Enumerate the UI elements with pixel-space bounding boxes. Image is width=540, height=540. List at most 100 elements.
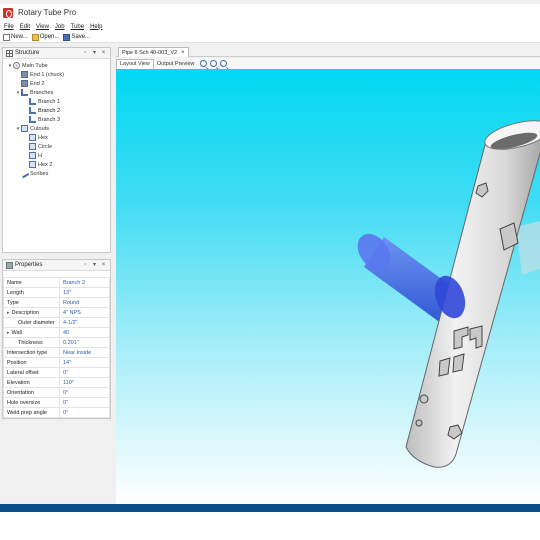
- tube-end-icon: [21, 80, 28, 87]
- property-value[interactable]: 4-1/2": [59, 317, 110, 328]
- zoom-in-icon[interactable]: [200, 60, 208, 67]
- property-row[interactable]: Length 13": [3, 287, 110, 298]
- property-row[interactable]: Type Round: [3, 297, 110, 308]
- property-row[interactable]: Thickness 0.201": [3, 337, 110, 348]
- float-panel-button[interactable]: ▫: [82, 50, 89, 57]
- property-name: Intersection type: [3, 347, 60, 358]
- tree-item[interactable]: ▾ Cutouts: [3, 124, 110, 133]
- open-button-label: Open...: [39, 34, 60, 40]
- application-window: Rotary Tube Pro File Edit View Job Tube …: [0, 0, 540, 512]
- tree-item[interactable]: Scribes: [3, 168, 110, 179]
- property-value[interactable]: 14": [59, 357, 110, 368]
- property-value[interactable]: Round: [59, 297, 110, 308]
- structure-panel-header: Structure ▫ ▾ ×: [3, 48, 110, 59]
- tree-item[interactable]: End 1 (chuck): [3, 70, 110, 79]
- properties-panel-title: Properties: [15, 262, 43, 268]
- branch-icon: [29, 98, 36, 105]
- tree-item[interactable]: Branch 2: [3, 106, 110, 115]
- tree-item-label: End 2: [30, 80, 45, 87]
- zoom-out-icon[interactable]: [210, 60, 218, 67]
- properties-grid: NameBranch 2Length13"TypeRoundDescriptio…: [3, 277, 110, 418]
- tree-item[interactable]: H: [3, 151, 110, 160]
- app-logo-icon: [3, 7, 13, 18]
- property-name: Orientation: [3, 387, 60, 398]
- menu-help[interactable]: Help: [90, 24, 102, 30]
- structure-icon: [6, 49, 13, 57]
- zoom-fit-icon[interactable]: [220, 60, 228, 67]
- tree-item[interactable]: ▾ Branches: [3, 88, 110, 97]
- cutout-icon: [21, 125, 28, 132]
- branch-3-model[interactable]: [516, 221, 540, 275]
- property-value[interactable]: 13": [59, 287, 110, 298]
- main-tube-icon: [13, 62, 20, 69]
- property-name: Type: [3, 297, 60, 308]
- document-tab-bar: Pipe 6 Sch 40-003_V2 ×: [116, 46, 540, 57]
- property-row[interactable]: Intersection type Near Inside: [3, 347, 110, 358]
- document-tab[interactable]: Pipe 6 Sch 40-003_V2 ×: [118, 47, 189, 57]
- panel-menu-button[interactable]: ▾: [91, 50, 98, 57]
- property-row[interactable]: Elevation 110°: [3, 377, 110, 388]
- property-row[interactable]: Orientation 0°: [3, 387, 110, 398]
- property-name: Description: [3, 307, 60, 318]
- property-value[interactable]: 110°: [59, 377, 110, 388]
- tree-item[interactable]: Hex 2: [3, 160, 110, 169]
- property-row[interactable]: Weld prep angle 0°: [3, 407, 110, 418]
- close-panel-button[interactable]: ×: [100, 262, 107, 269]
- open-button[interactable]: Open...: [31, 33, 60, 41]
- tree-item-label: Branch 1: [38, 98, 61, 105]
- branch-icon: [29, 116, 36, 123]
- property-row[interactable]: Hole oversize 0": [3, 397, 110, 408]
- new-button[interactable]: New...: [3, 33, 28, 41]
- tree-item[interactable]: Branch 3: [3, 115, 110, 124]
- menu-edit[interactable]: Edit: [20, 24, 30, 30]
- cutout-icon: [29, 143, 36, 150]
- panel-menu-button[interactable]: ▾: [91, 262, 98, 269]
- property-name: Position: [3, 357, 60, 368]
- 3d-viewport[interactable]: [116, 69, 540, 504]
- properties-panel-header: Properties ▫ ▾ ×: [3, 260, 110, 271]
- menu-tube[interactable]: Tube: [71, 24, 84, 30]
- tree-item[interactable]: Branch 1: [3, 97, 110, 106]
- window-title: Rotary Tube Pro: [18, 8, 77, 17]
- structure-tree: ▾ Main Tube End 1 (chuck) End 2 ▾ Branches Bra…: [3, 59, 110, 179]
- tree-item-label: Scribes: [30, 170, 49, 177]
- tab-output-preview[interactable]: Output Preview: [154, 59, 198, 69]
- property-row[interactable]: Description4" NPS: [3, 307, 110, 318]
- property-row[interactable]: Wall40: [3, 327, 110, 338]
- tree-item-label: Hex: [38, 134, 48, 141]
- close-icon[interactable]: ×: [181, 50, 185, 56]
- property-row[interactable]: Name Branch 2: [3, 277, 110, 288]
- property-value[interactable]: 0.201": [59, 337, 110, 348]
- property-name: Lateral offset: [3, 367, 60, 378]
- property-value[interactable]: 0°: [59, 407, 110, 418]
- tab-layout-view[interactable]: Layout View: [116, 58, 154, 69]
- view-tab-bar: Layout View Output Preview: [116, 58, 540, 69]
- folder-icon: [31, 33, 39, 41]
- close-panel-button[interactable]: ×: [100, 50, 107, 57]
- main-toolbar: New... Open... Save...: [0, 32, 540, 43]
- menu-view[interactable]: View: [36, 24, 49, 30]
- property-value[interactable]: Branch 2: [59, 277, 110, 288]
- property-value[interactable]: 0°: [59, 387, 110, 398]
- float-panel-button[interactable]: ▫: [82, 262, 89, 269]
- save-button[interactable]: Save...: [63, 33, 90, 41]
- property-row[interactable]: Outer diameter 4-1/2": [3, 317, 110, 328]
- menu-job[interactable]: Job: [55, 24, 65, 30]
- tree-item[interactable]: Hex: [3, 133, 110, 142]
- tree-item[interactable]: Circle: [3, 142, 110, 151]
- menu-file[interactable]: File: [4, 24, 14, 30]
- property-value[interactable]: 0": [59, 397, 110, 408]
- property-row[interactable]: Lateral offset 0": [3, 367, 110, 378]
- floppy-disk-icon: [63, 33, 71, 41]
- scribe-icon: [19, 168, 30, 179]
- property-value[interactable]: 4" NPS: [59, 307, 110, 318]
- property-value[interactable]: Near Inside: [59, 347, 110, 358]
- tree-item[interactable]: End 2: [3, 79, 110, 88]
- property-row[interactable]: Position 14": [3, 357, 110, 368]
- branch-icon: [21, 89, 28, 96]
- tube-model-render: [357, 120, 540, 468]
- property-value[interactable]: 0": [59, 367, 110, 378]
- new-document-icon: [3, 33, 10, 41]
- property-value[interactable]: 40: [59, 327, 110, 338]
- tree-item[interactable]: ▾ Main Tube: [3, 61, 110, 70]
